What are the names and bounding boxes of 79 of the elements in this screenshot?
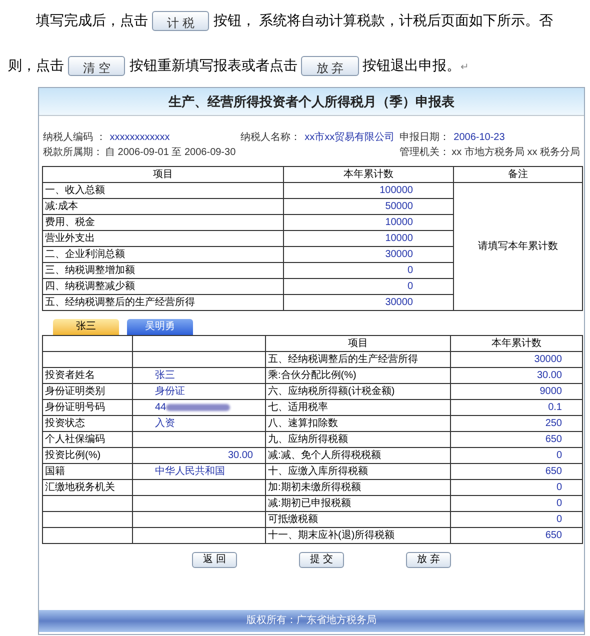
info-value: xxxxxxxxxxxx: [110, 132, 170, 143]
table-cell: 0: [450, 512, 582, 528]
table-cell: 二、企业利润总额: [42, 246, 284, 262]
row-label: 国籍: [45, 466, 65, 476]
column-header: 本年累计数: [284, 166, 454, 182]
row-label: 身份证明类别: [45, 386, 105, 396]
table-cell: 100000: [284, 182, 454, 198]
form-button[interactable]: 放 弃: [406, 552, 451, 568]
table-cell: 可抵缴税额: [266, 512, 450, 528]
row-label: 个人社保编码: [45, 434, 105, 444]
table-cell: 0: [450, 496, 582, 512]
table-cell: 四、纳税调整减少额: [42, 278, 284, 294]
inline-button[interactable]: 放 弃: [301, 56, 359, 76]
blur-mark: [166, 404, 230, 411]
intro-text: 按钮， 系统将自动计算税款，计税后页面如下所示。否: [213, 12, 554, 28]
table-cell: 减:成本: [42, 198, 284, 214]
table-cell: 650: [450, 528, 582, 544]
column-header: 本年累计数: [450, 336, 582, 352]
note-cell: 请填写本年累计数: [454, 182, 582, 310]
table-cell: 十、应缴入库所得税额: [266, 464, 450, 480]
table-cell: 营业外支出: [42, 230, 284, 246]
table-cell: 减:期初已申报税额: [266, 496, 450, 512]
info-label: 纳税人编码 ：: [43, 132, 106, 143]
intro-text: 按钮退出申报。: [362, 57, 461, 73]
row-label: 汇缴地税务机关: [45, 482, 115, 492]
table-cell: 六、应纳税所得额(计税金额): [266, 384, 450, 400]
inline-button[interactable]: 清 空: [68, 56, 126, 76]
table-cell: 650: [450, 464, 582, 480]
paragraph-mark: ↵: [460, 62, 469, 73]
form-title: 生产、经营所得投资者个人所得税月（季）申报表: [39, 88, 584, 116]
table-cell: 一、收入总额: [42, 182, 284, 198]
table-cell: 30000: [450, 352, 582, 368]
table-cell: 五、经纳税调整后的生产经营所得: [42, 294, 284, 310]
form-button[interactable]: 提 交: [299, 552, 344, 568]
info-value: xx市xx贸易有限公司: [304, 132, 395, 143]
table-cell: 五、经纳税调整后的生产经营所得: [266, 352, 450, 368]
info-label: 税款所属期：: [43, 147, 103, 158]
table-cell: 650: [450, 432, 582, 448]
intro-text: 则，点击: [8, 57, 64, 73]
form-button[interactable]: 返 回: [192, 552, 237, 568]
table-cell: 费用、税金: [42, 214, 284, 230]
table-cell: 七、适用税率: [266, 400, 450, 416]
table-cell: 0.1: [450, 400, 582, 416]
intro-text: 按钮重新填写报表或者点击: [129, 57, 298, 73]
field-value: 44: [155, 400, 166, 414]
table-cell: 减:减、免个人所得税税额: [266, 448, 450, 464]
table-cell: 0: [450, 448, 582, 464]
inline-button[interactable]: 计 税: [152, 11, 210, 32]
info-value: 2006-10-23: [454, 132, 505, 143]
row-label: 投资状态: [45, 418, 85, 428]
table-cell: 0: [450, 480, 582, 496]
table-cell: 九、应纳所得税额: [266, 432, 450, 448]
footer-bar: 版权所有：广东省地方税务局: [39, 610, 584, 632]
table-cell: 9000: [450, 384, 582, 400]
table-cell: 三、纳税调整增加额: [42, 262, 284, 278]
table-cell: 乘:合伙分配比例(%): [266, 368, 450, 384]
column-header: 项目: [42, 166, 284, 182]
row-label: 投资比例(%): [45, 450, 101, 460]
table-cell: 加:期初未缴所得税额: [266, 480, 450, 496]
info-value: xx 市地方税务局 xx 税务分局: [452, 147, 580, 158]
table-cell: 30.00: [450, 368, 582, 384]
info-label: 申报日期：: [400, 132, 450, 143]
row-label: 投资者姓名: [45, 370, 95, 380]
info-label: 纳税人名称：: [240, 132, 301, 143]
table-cell: 250: [450, 416, 582, 432]
table-cell: 八、速算扣除数: [266, 416, 450, 432]
info-value: 自 2006-09-01 至 2006-09-30: [105, 147, 236, 158]
field-value: 中华人民共和国: [155, 466, 225, 476]
tab[interactable]: 张三: [53, 319, 119, 335]
row-label: 身份证明号码: [45, 402, 105, 412]
field-value: 张三: [155, 370, 175, 380]
info-label: 管理机关：: [400, 147, 450, 158]
column-header: 备注: [454, 166, 582, 182]
field-value: 入资: [155, 418, 175, 428]
table-cell: 十一、期末应补(退)所得税额: [266, 528, 450, 544]
column-header: 项目: [266, 336, 450, 352]
field-value: 身份证: [155, 386, 185, 396]
intro-text: 填写完成后，点击: [36, 12, 148, 28]
field-value: 30.00: [226, 448, 254, 462]
